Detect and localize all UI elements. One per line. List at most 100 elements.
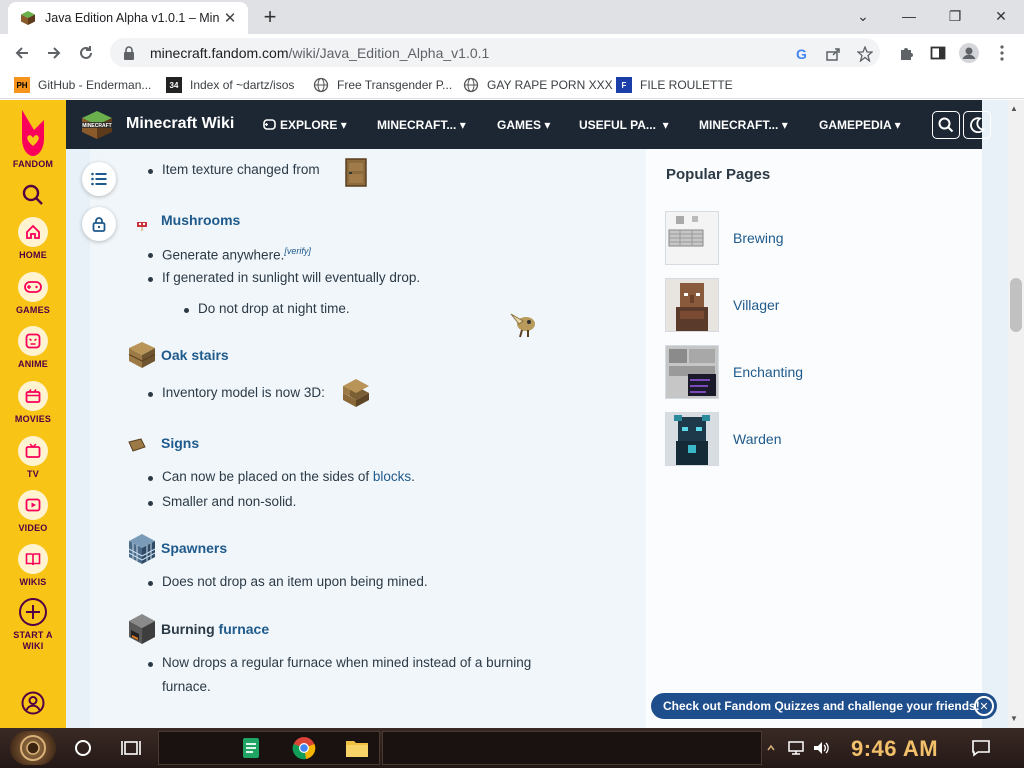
taskbar-clock[interactable]: 9:46 AM [851, 736, 938, 762]
nav-explore[interactable]: EXPLORE ▾ [263, 118, 347, 132]
rail-item-movies[interactable]: MOVIES [0, 381, 66, 425]
network-icon[interactable] [786, 735, 806, 761]
rail-label-anime: ANIME [18, 359, 48, 369]
rail-label-games: GAMES [15, 305, 50, 315]
lock-icon [92, 217, 106, 232]
bookmark-github[interactable]: PH GitHub - Enderman... [14, 75, 151, 95]
cortana-circle-icon[interactable] [70, 735, 96, 761]
close-window-button[interactable]: ✕ [986, 4, 1016, 28]
villager-thumbnail[interactable] [665, 278, 719, 332]
page-scrollbar[interactable] [1008, 100, 1024, 728]
chrome-app-icon[interactable] [291, 735, 317, 761]
fandom-logo[interactable]: FANDOM [0, 108, 66, 170]
section-heading-mushrooms[interactable]: Mushrooms [161, 212, 240, 228]
minecraft-wiki-logo[interactable]: MINECRAFT [80, 109, 114, 141]
search-icon [938, 117, 954, 133]
fandom-search-button[interactable] [0, 184, 66, 206]
volume-icon[interactable] [810, 735, 832, 761]
scrollbar-thumb[interactable] [1010, 278, 1022, 332]
bookmark-label: Index of ~dartz/isos [190, 78, 295, 92]
mushrooms-link[interactable]: Mushrooms [161, 212, 240, 228]
table-of-contents-button[interactable] [82, 162, 116, 196]
wiki-search-button[interactable] [932, 111, 960, 139]
furnace-link[interactable]: furnace [219, 621, 270, 637]
show-hidden-icons-icon[interactable] [764, 735, 778, 761]
browser-tab-active[interactable]: Java Edition Alpha v1.0.1 – Minec ✕ [8, 2, 248, 34]
rail-item-start-a-wiki[interactable]: START A WIKI [0, 597, 66, 652]
sign-icon [128, 438, 146, 452]
task-view-icon[interactable] [118, 735, 144, 761]
nav-useful-pages[interactable]: USEFUL PA... ▾ [579, 118, 669, 132]
reload-button[interactable] [72, 39, 100, 67]
rail-item-anime[interactable]: ANIME [0, 326, 66, 370]
popular-page-villager[interactable]: Villager [733, 297, 779, 313]
rail-item-wikis[interactable]: WIKIS [0, 544, 66, 588]
file-explorer-icon[interactable] [344, 735, 370, 761]
menu-kebab-icon[interactable] [991, 42, 1013, 64]
fandom-quizzes-banner[interactable]: Check out Fandom Quizzes and challenge y… [651, 693, 997, 719]
rail-item-home[interactable]: HOME [0, 217, 66, 261]
burning-label: Burning [161, 621, 215, 637]
lock-icon[interactable] [120, 44, 138, 62]
new-tab-button[interactable]: + [258, 4, 282, 29]
bookmark-star-icon[interactable] [856, 45, 874, 63]
warden-thumbnail[interactable] [665, 412, 719, 466]
nav-label: USEFUL PA... [579, 118, 656, 132]
oak-stairs-link[interactable]: Oak stairs [161, 347, 229, 363]
section-heading-signs[interactable]: Signs [161, 435, 199, 451]
rail-item-tv[interactable]: TV [0, 436, 66, 480]
verify-link[interactable]: [verify] [284, 246, 311, 256]
restore-button[interactable]: ❐ [940, 4, 970, 28]
signs-link[interactable]: Signs [161, 435, 199, 451]
fandom-flame-icon [22, 110, 44, 156]
bookmark-file-roulette[interactable]: F FILE ROULETTE [616, 75, 733, 95]
section-heading-spawners[interactable]: Spawners [161, 540, 227, 556]
nav-games[interactable]: GAMES ▾ [497, 118, 550, 132]
popular-page-enchanting[interactable]: Enchanting [733, 364, 803, 380]
globe-icon [313, 77, 329, 93]
brewing-thumbnail[interactable] [665, 211, 719, 265]
popular-page-brewing[interactable]: Brewing [733, 230, 784, 246]
scroll-down-arrow-icon[interactable]: ▼ [1010, 714, 1018, 723]
theme-toggle-button[interactable] [963, 111, 991, 139]
spotify-sheets-app-icon[interactable] [238, 735, 264, 761]
nav-label: MINECRAFT... [699, 118, 779, 132]
notification-center-icon[interactable] [968, 735, 994, 761]
spawners-link[interactable]: Spawners [161, 540, 227, 556]
user-account-button[interactable] [0, 691, 66, 715]
chevron-down-icon: ▾ [662, 118, 669, 132]
wiki-name[interactable]: Minecraft Wiki [126, 115, 234, 133]
forward-button[interactable] [40, 39, 68, 67]
page-protection-button[interactable] [82, 207, 116, 241]
nav-minecraft-2[interactable]: MINECRAFT... ▾ [699, 118, 788, 132]
address-bar[interactable]: minecraft.fandom.com/wiki/Java_Edition_A… [110, 38, 880, 67]
enchanting-thumbnail[interactable] [665, 345, 719, 399]
share-icon[interactable] [824, 45, 842, 63]
extensions-puzzle-icon[interactable] [895, 42, 917, 64]
rail-item-games[interactable]: GAMES [0, 272, 66, 316]
bookmark-index-isos[interactable]: 34 Index of ~dartz/isos [166, 75, 294, 95]
bookmark-gay-rape-porn[interactable]: GAY RAPE PORN XXX [463, 75, 613, 95]
close-icon[interactable]: ✕ [974, 696, 994, 716]
ph-logo-icon: PH [14, 77, 30, 93]
start-button[interactable] [10, 731, 56, 765]
side-panel-icon[interactable] [927, 42, 949, 64]
scroll-up-arrow-icon[interactable]: ▲ [1010, 104, 1018, 113]
back-button[interactable] [8, 39, 36, 67]
nav-label: GAMES [497, 118, 542, 132]
rail-item-video[interactable]: VIDEO [0, 490, 66, 534]
nav-minecraft-1[interactable]: MINECRAFT... ▾ [377, 118, 466, 132]
tab-search-chevron-icon[interactable]: ⌄ [848, 4, 878, 28]
blocks-link[interactable]: blocks [373, 469, 411, 484]
tab-close-icon[interactable]: ✕ [220, 8, 240, 28]
bookmark-free-transgender[interactable]: Free Transgender P... [313, 75, 452, 95]
rail-label-start-a-wiki: START A WIKI [13, 630, 53, 651]
list-item: Inventory model is now 3D: [148, 385, 325, 400]
section-heading-burning-furnace: Burning furnace [161, 621, 269, 637]
profile-avatar-icon[interactable] [958, 42, 980, 64]
section-heading-oak-stairs[interactable]: Oak stairs [161, 347, 229, 363]
minimize-button[interactable]: — [894, 4, 924, 28]
popular-page-warden[interactable]: Warden [733, 431, 782, 447]
google-lens-icon[interactable]: G [794, 45, 812, 63]
nav-gamepedia[interactable]: GAMEPEDIA ▾ [819, 118, 901, 132]
